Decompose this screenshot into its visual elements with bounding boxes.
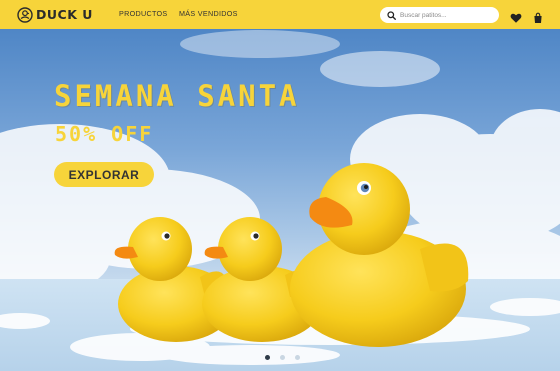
- search-bar[interactable]: [380, 7, 499, 23]
- nav-link-best-sellers[interactable]: MÁS VENDIDOS: [179, 10, 238, 17]
- carousel-indicators: [265, 355, 300, 360]
- search-input[interactable]: [400, 11, 490, 19]
- duck-icon: [17, 7, 33, 23]
- top-navbar: DUCK U PRODUCTOS MÁS VENDIDOS: [0, 0, 560, 29]
- explore-button[interactable]: EXPLORAR: [54, 162, 154, 187]
- carousel-dot-3[interactable]: [295, 355, 300, 360]
- carousel-dot-2[interactable]: [280, 355, 285, 360]
- hero-banner: SEMANA SANTA 50% OFF EXPLORAR: [0, 29, 560, 371]
- search-icon: [387, 10, 396, 20]
- favorites-button[interactable]: [510, 9, 522, 23]
- nav-link-products[interactable]: PRODUCTOS: [119, 10, 168, 17]
- cart-button[interactable]: [532, 9, 544, 23]
- hero-subtitle: 50% OFF: [55, 122, 154, 146]
- brand-name: DUCK U: [36, 6, 93, 22]
- heart-icon: [510, 13, 522, 23]
- hero-title: SEMANA SANTA: [54, 79, 300, 113]
- carousel-dot-1[interactable]: [265, 355, 270, 360]
- brand-logo[interactable]: DUCK U: [17, 6, 93, 24]
- cart-icon: [534, 12, 542, 23]
